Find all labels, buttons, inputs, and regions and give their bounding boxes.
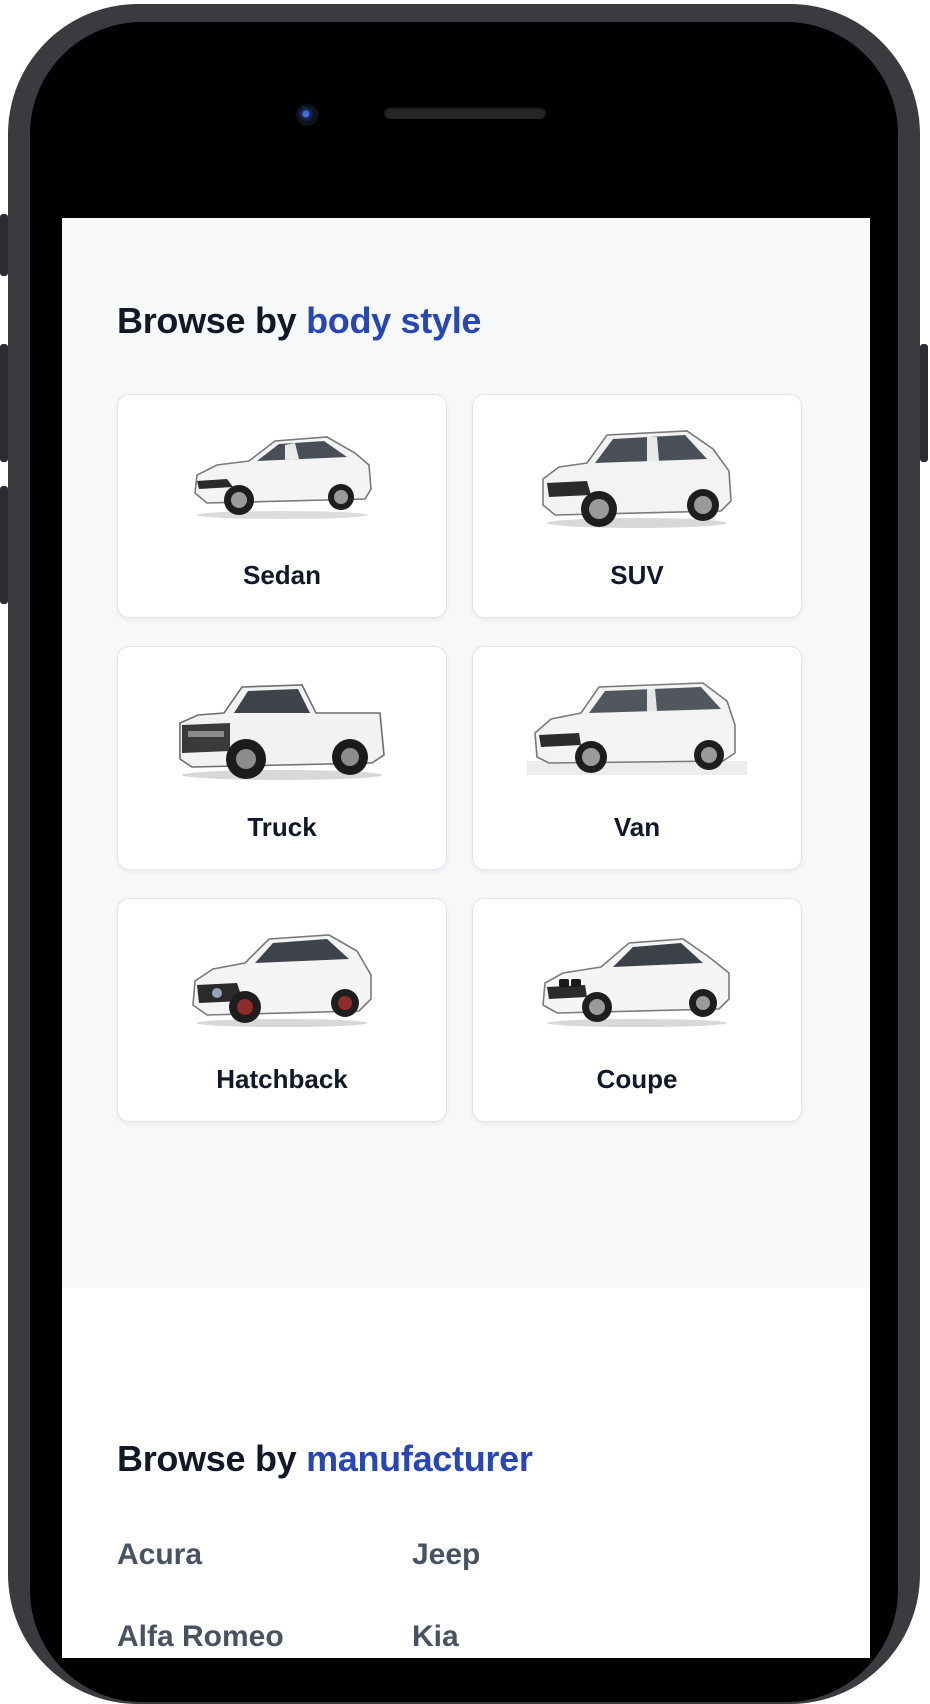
body-style-label-truck: Truck	[247, 812, 317, 842]
body-style-card-coupe[interactable]: Coupe	[472, 898, 802, 1122]
manufacturer-link-alfa-romeo[interactable]: Alfa Romeo	[117, 1620, 284, 1654]
body-style-heading-accent: body style	[306, 300, 482, 341]
body-style-label-suv: SUV	[610, 560, 664, 590]
hatchback-car-icon	[192, 934, 372, 1027]
manufacturer-link-kia[interactable]: Kia	[412, 1620, 459, 1654]
body-style-card-truck[interactable]: Truck	[117, 646, 447, 870]
body-style-card-hatchback[interactable]: Hatchback	[117, 898, 447, 1122]
body-style-label-sedan: Sedan	[242, 560, 322, 590]
earpiece-speaker	[384, 107, 546, 119]
truck-car-icon	[179, 684, 385, 780]
manufacturer-heading-accent: manufacturer	[306, 1438, 533, 1479]
suv-car-icon	[542, 430, 732, 528]
van-car-icon	[527, 682, 747, 775]
manufacturer-heading: Browse by manufacturer	[117, 1438, 533, 1480]
power-button	[920, 344, 928, 462]
body-style-card-sedan[interactable]: Sedan	[117, 394, 447, 618]
body-style-label-hatchback: Hatchback	[216, 1064, 348, 1094]
body-style-heading: Browse by body style	[117, 300, 481, 342]
body-style-label-van: Van	[613, 812, 661, 842]
manufacturer-link-acura[interactable]: Acura	[117, 1538, 202, 1572]
screen: Browse by body style Sedan SUV Truck Van…	[62, 218, 870, 1658]
volume-down-button	[0, 486, 8, 604]
body-style-label-coupe: Coupe	[596, 1064, 678, 1094]
manufacturer-link-jeep[interactable]: Jeep	[412, 1538, 480, 1572]
volume-up-button	[0, 344, 8, 462]
manufacturer-heading-prefix: Browse by	[117, 1438, 297, 1479]
body-style-card-suv[interactable]: SUV	[472, 394, 802, 618]
silent-switch	[0, 214, 8, 276]
coupe-car-icon	[542, 938, 730, 1027]
sedan-car-icon	[194, 436, 372, 519]
body-style-card-van[interactable]: Van	[472, 646, 802, 870]
manufacturer-section: Browse by manufacturer Acura Jeep Alfa R…	[62, 1288, 870, 1658]
front-camera	[296, 104, 318, 126]
body-style-heading-prefix: Browse by	[117, 300, 297, 341]
